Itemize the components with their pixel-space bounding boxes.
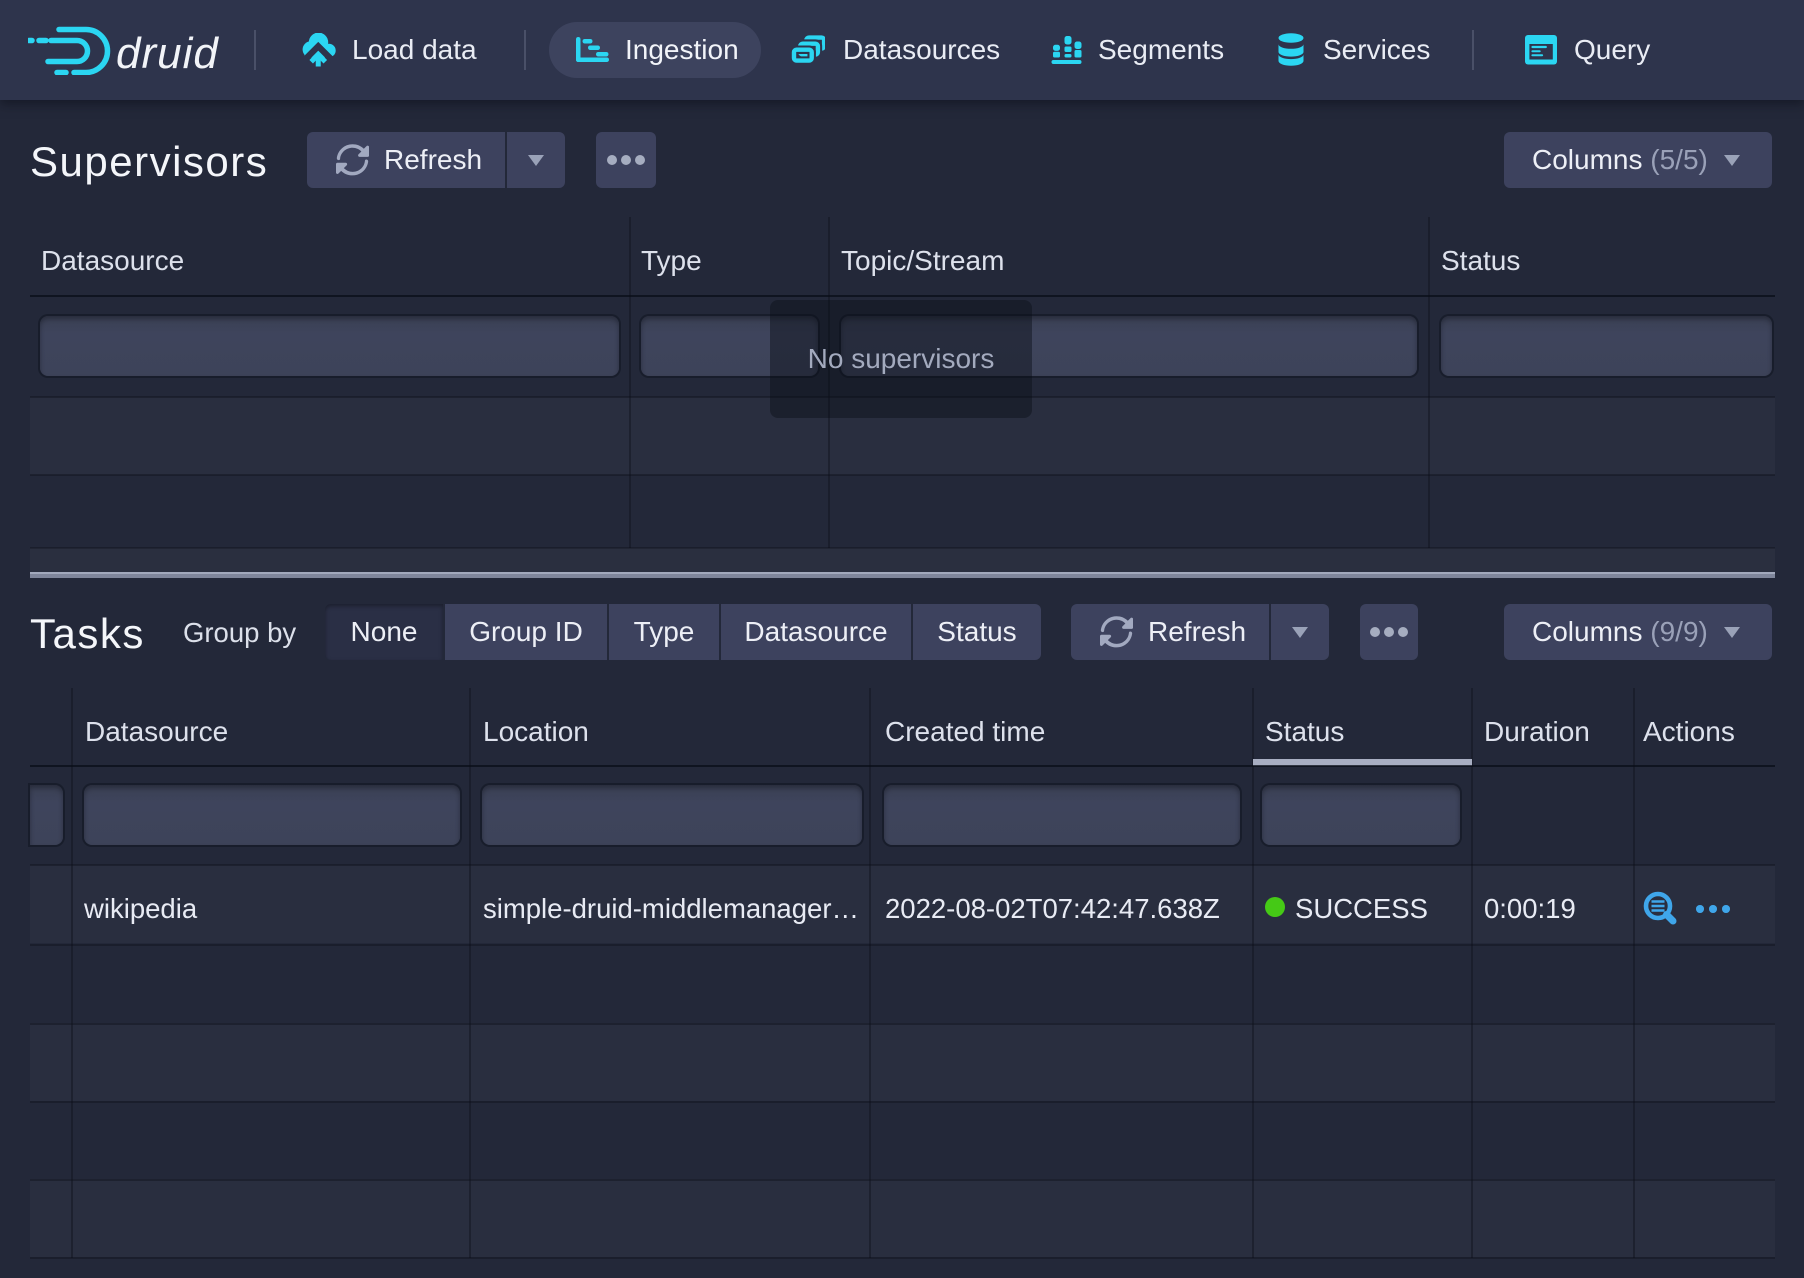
svg-text:druid: druid (116, 29, 219, 75)
